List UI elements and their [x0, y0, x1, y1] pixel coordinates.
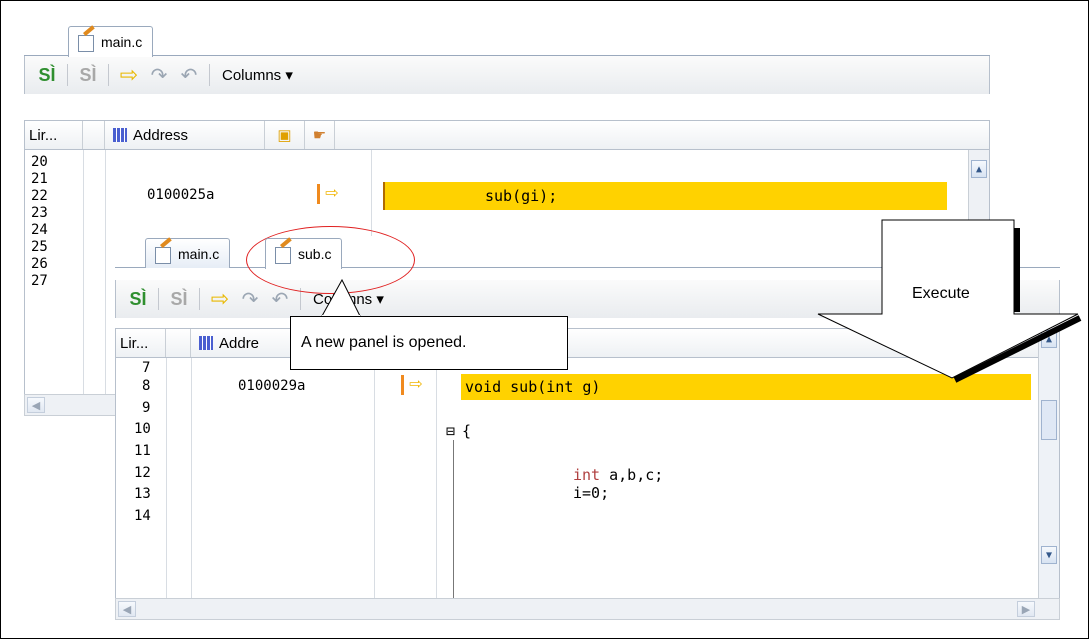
current-pc-arrow-icon: ⇨	[316, 180, 339, 205]
source-file-icon	[274, 245, 292, 264]
symbol-green-icon[interactable]: ЅÌ	[35, 63, 59, 87]
tab-main-c[interactable]: main.c	[145, 238, 231, 268]
source-file-icon	[154, 245, 172, 264]
keyword: int	[573, 466, 601, 484]
current-line-highlight: sub(gi);	[383, 182, 947, 210]
grid-icon	[113, 128, 127, 142]
code-line: int a,b,c;	[573, 466, 663, 484]
line-number: 8	[142, 378, 151, 394]
toolbar-separator	[158, 288, 159, 310]
line-number: 21	[31, 171, 48, 187]
symbol-green-icon[interactable]: ЅÌ	[126, 287, 150, 311]
tab-label: main.c	[178, 245, 220, 262]
back-toolbar: ЅÌ ЅÌ ⇨ ↷ ↶ Columns ▾	[24, 56, 990, 94]
scroll-right-button[interactable]: ▶	[1017, 601, 1035, 617]
line-column-header[interactable]: Lir...	[25, 121, 83, 149]
current-address: 0100025a	[147, 187, 215, 203]
symbol-gray-icon[interactable]: ЅÌ	[167, 287, 191, 311]
column-header-spacer	[83, 121, 105, 149]
code-line: i=0;	[573, 484, 610, 502]
line-column-header[interactable]: Lir...	[116, 329, 166, 357]
tab-label: main.c	[101, 34, 143, 50]
line-number: 10	[134, 421, 151, 437]
return-icon[interactable]: ↶	[268, 287, 292, 311]
line-number: 7	[142, 360, 151, 376]
scroll-down-button[interactable]: ▼	[1041, 546, 1057, 564]
address-column-label: Address	[133, 126, 189, 144]
line-number: 9	[142, 400, 151, 416]
back-column-header: Lir... Address ▣ ☛	[24, 120, 990, 150]
column-divider	[436, 358, 437, 598]
toolbar-separator	[199, 288, 200, 310]
go-to-pc-arrow-icon[interactable]: ⇨	[117, 62, 141, 87]
toolbar-separator	[209, 64, 210, 86]
scroll-left-button[interactable]: ◀	[27, 397, 45, 413]
callout-text: A new panel is opened.	[301, 334, 467, 351]
front-code-area: 7 8 9 10 11 12 13 14 0100029a ⇨ void sub…	[115, 328, 1060, 598]
fold-guide	[453, 440, 454, 598]
scroll-thumb[interactable]	[1041, 400, 1057, 440]
vertical-scrollbar[interactable]: ▲ ▼	[1038, 328, 1059, 598]
horizontal-scrollbar[interactable]: ◀ ▶	[115, 598, 1060, 620]
line-number: 26	[31, 256, 48, 272]
tab-label: sub.c	[298, 246, 332, 262]
column-divider	[191, 358, 192, 598]
source-file-icon	[77, 33, 95, 52]
line-number: 25	[31, 239, 48, 255]
current-line-highlight: void sub(int g)	[461, 374, 1031, 400]
current-pc-arrow-icon: ⇨	[400, 371, 423, 396]
front-column-header: Lir... Addre	[115, 328, 1060, 358]
address-column-header[interactable]: Address	[105, 121, 265, 149]
back-tabstrip: main.c	[24, 24, 990, 57]
column-divider	[105, 150, 106, 402]
scroll-up-button[interactable]: ▲	[1041, 330, 1057, 348]
column-header-spacer	[166, 329, 191, 357]
line-column-label: Lir...	[29, 126, 58, 144]
scroll-up-button[interactable]: ▲	[971, 160, 987, 178]
line-number: 11	[134, 443, 151, 459]
line-number: 24	[31, 222, 48, 238]
step-over-icon[interactable]: ↷	[238, 287, 262, 311]
scroll-left-button[interactable]: ◀	[118, 601, 136, 617]
fold-marker-icon[interactable]: ⊟	[446, 422, 455, 440]
horizontal-scrollbar[interactable]: ◀	[24, 394, 124, 416]
column-divider	[83, 150, 84, 402]
line-column-label: Lir...	[120, 334, 149, 352]
hand-column-header[interactable]: ☛	[305, 121, 335, 149]
column-divider	[166, 358, 167, 598]
execute-label: Execute	[912, 285, 970, 302]
line-number: 22	[31, 188, 48, 204]
columns-dropdown[interactable]: Columns ▾	[222, 66, 293, 84]
address-column-label: Addre	[219, 334, 260, 352]
line-number: 14	[134, 508, 151, 524]
event-column-header[interactable]: ▣	[265, 121, 305, 149]
callout-box: A new panel is opened.	[290, 316, 568, 370]
go-to-pc-arrow-icon[interactable]: ⇨	[208, 286, 232, 311]
line-number: 23	[31, 205, 48, 221]
symbol-gray-icon[interactable]: ЅÌ	[76, 63, 100, 87]
toolbar-separator	[67, 64, 68, 86]
column-divider	[374, 358, 375, 598]
grid-icon	[199, 336, 213, 350]
current-address: 0100029a	[238, 378, 306, 394]
tab-main-c[interactable]: main.c	[68, 26, 154, 57]
return-icon[interactable]: ↶	[177, 63, 201, 87]
code-line: void sub(int g)	[465, 378, 601, 396]
line-number: 20	[31, 154, 48, 170]
line-number: 13	[134, 486, 151, 502]
tab-sub-c[interactable]: sub.c	[265, 238, 343, 269]
line-number: 27	[31, 273, 48, 289]
line-number: 12	[134, 465, 151, 481]
toolbar-separator	[108, 64, 109, 86]
code-text: a,b,c;	[600, 466, 664, 484]
code-line: {	[462, 422, 472, 440]
code-line: sub(gi);	[485, 187, 558, 205]
step-over-icon[interactable]: ↷	[147, 63, 171, 87]
